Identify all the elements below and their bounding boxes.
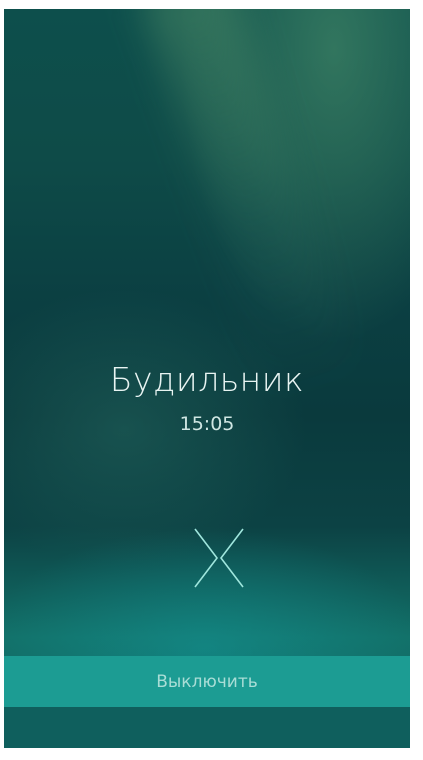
background-light-streak bbox=[139, 9, 359, 403]
alarm-title: Будильник bbox=[109, 360, 305, 399]
alarm-time: 15:05 bbox=[179, 413, 235, 435]
dismiss-button-label: Выключить bbox=[156, 671, 258, 692]
alarm-screen: Будильник 15:05 Выключить bbox=[4, 9, 410, 748]
swipe-dismiss-chevrons-icon[interactable] bbox=[191, 527, 247, 589]
bottom-band bbox=[4, 707, 410, 748]
dismiss-button[interactable]: Выключить bbox=[4, 656, 410, 707]
